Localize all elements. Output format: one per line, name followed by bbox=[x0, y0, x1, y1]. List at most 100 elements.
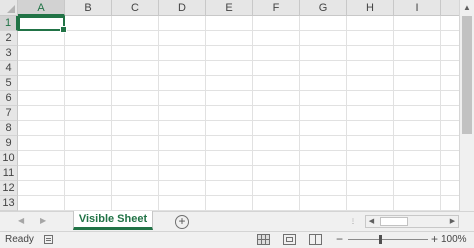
scroll-right-icon[interactable]: ▶ bbox=[447, 216, 458, 227]
cell[interactable] bbox=[206, 31, 253, 46]
cell[interactable] bbox=[18, 31, 65, 46]
cell[interactable] bbox=[206, 91, 253, 106]
cell[interactable] bbox=[253, 61, 300, 76]
row-header-12[interactable]: 12 bbox=[0, 181, 18, 196]
cell[interactable] bbox=[347, 31, 394, 46]
cell[interactable] bbox=[159, 181, 206, 196]
cell[interactable] bbox=[347, 106, 394, 121]
cell[interactable] bbox=[18, 91, 65, 106]
cell[interactable] bbox=[253, 121, 300, 136]
cell[interactable] bbox=[253, 181, 300, 196]
cell[interactable] bbox=[300, 16, 347, 31]
cell[interactable] bbox=[159, 31, 206, 46]
cell[interactable] bbox=[300, 181, 347, 196]
cell[interactable] bbox=[112, 106, 159, 121]
cell[interactable] bbox=[65, 16, 112, 31]
cell[interactable] bbox=[300, 31, 347, 46]
cell[interactable] bbox=[347, 121, 394, 136]
cell[interactable] bbox=[206, 151, 253, 166]
fill-handle[interactable] bbox=[60, 26, 67, 33]
cell[interactable] bbox=[18, 76, 65, 91]
cell[interactable] bbox=[159, 16, 206, 31]
cell[interactable] bbox=[253, 16, 300, 31]
scroll-left-icon[interactable]: ◀ bbox=[366, 216, 377, 227]
cell[interactable] bbox=[206, 181, 253, 196]
cell[interactable] bbox=[159, 91, 206, 106]
horizontal-scrollbar[interactable]: ◀ ▶ bbox=[365, 215, 459, 228]
column-header-d[interactable]: D bbox=[159, 0, 206, 16]
cell[interactable] bbox=[206, 106, 253, 121]
zoom-slider[interactable] bbox=[348, 239, 428, 240]
cell[interactable] bbox=[65, 151, 112, 166]
normal-view-icon[interactable] bbox=[257, 234, 270, 245]
cell[interactable] bbox=[347, 136, 394, 151]
cell[interactable] bbox=[300, 166, 347, 181]
cell[interactable] bbox=[206, 121, 253, 136]
row-header-5[interactable]: 5 bbox=[0, 76, 18, 91]
cell[interactable] bbox=[300, 136, 347, 151]
cell[interactable] bbox=[159, 121, 206, 136]
cell[interactable] bbox=[112, 181, 159, 196]
cell[interactable] bbox=[253, 106, 300, 121]
cell[interactable] bbox=[253, 46, 300, 61]
cell[interactable] bbox=[18, 46, 65, 61]
cell[interactable] bbox=[18, 151, 65, 166]
cell[interactable] bbox=[112, 136, 159, 151]
cell[interactable] bbox=[18, 121, 65, 136]
cell[interactable] bbox=[206, 46, 253, 61]
cell[interactable] bbox=[112, 31, 159, 46]
cell[interactable] bbox=[394, 31, 441, 46]
cell[interactable] bbox=[65, 91, 112, 106]
add-sheet-icon[interactable]: + bbox=[175, 215, 189, 229]
column-header-i[interactable]: I bbox=[394, 0, 441, 16]
cell[interactable] bbox=[300, 121, 347, 136]
cell[interactable] bbox=[347, 151, 394, 166]
select-all-button[interactable] bbox=[0, 0, 18, 16]
sheet-tab-visible-sheet[interactable]: Visible Sheet bbox=[73, 211, 153, 230]
zoom-slider-thumb[interactable] bbox=[379, 235, 382, 244]
cell[interactable] bbox=[394, 46, 441, 61]
active-cell[interactable] bbox=[18, 16, 67, 33]
cell[interactable] bbox=[253, 151, 300, 166]
row-header-8[interactable]: 8 bbox=[0, 121, 18, 136]
column-header-b[interactable]: B bbox=[65, 0, 112, 16]
cell[interactable] bbox=[206, 196, 253, 211]
scroll-up-icon[interactable]: ▲ bbox=[460, 0, 474, 15]
row-header-4[interactable]: 4 bbox=[0, 61, 18, 76]
cell[interactable] bbox=[394, 61, 441, 76]
cell[interactable] bbox=[300, 91, 347, 106]
cell[interactable] bbox=[159, 106, 206, 121]
cell[interactable] bbox=[65, 46, 112, 61]
cell[interactable] bbox=[347, 16, 394, 31]
row-header-11[interactable]: 11 bbox=[0, 166, 18, 181]
cell[interactable] bbox=[112, 76, 159, 91]
cell[interactable] bbox=[394, 196, 441, 211]
previous-sheet-icon[interactable]: ◀ bbox=[18, 216, 24, 225]
zoom-out-button[interactable]: − bbox=[336, 232, 343, 246]
cell[interactable] bbox=[253, 196, 300, 211]
cell[interactable] bbox=[112, 196, 159, 211]
cell[interactable] bbox=[159, 166, 206, 181]
row-header-6[interactable]: 6 bbox=[0, 91, 18, 106]
cell[interactable] bbox=[394, 91, 441, 106]
cell[interactable] bbox=[253, 31, 300, 46]
cell[interactable] bbox=[65, 196, 112, 211]
cell[interactable] bbox=[347, 91, 394, 106]
cell[interactable] bbox=[394, 166, 441, 181]
vertical-scroll-thumb[interactable] bbox=[462, 16, 472, 134]
cell[interactable] bbox=[65, 166, 112, 181]
cell[interactable] bbox=[65, 106, 112, 121]
cell[interactable] bbox=[253, 166, 300, 181]
row-header-3[interactable]: 3 bbox=[0, 46, 18, 61]
cell[interactable] bbox=[394, 121, 441, 136]
row-header-13[interactable]: 13 bbox=[0, 196, 18, 211]
column-header-c[interactable]: C bbox=[112, 0, 159, 16]
cell[interactable] bbox=[347, 196, 394, 211]
column-header-e[interactable]: E bbox=[206, 0, 253, 16]
cell[interactable] bbox=[112, 61, 159, 76]
cell[interactable] bbox=[65, 31, 112, 46]
column-header-f[interactable]: F bbox=[253, 0, 300, 16]
cell[interactable] bbox=[65, 76, 112, 91]
cell[interactable] bbox=[65, 136, 112, 151]
cell[interactable] bbox=[394, 136, 441, 151]
